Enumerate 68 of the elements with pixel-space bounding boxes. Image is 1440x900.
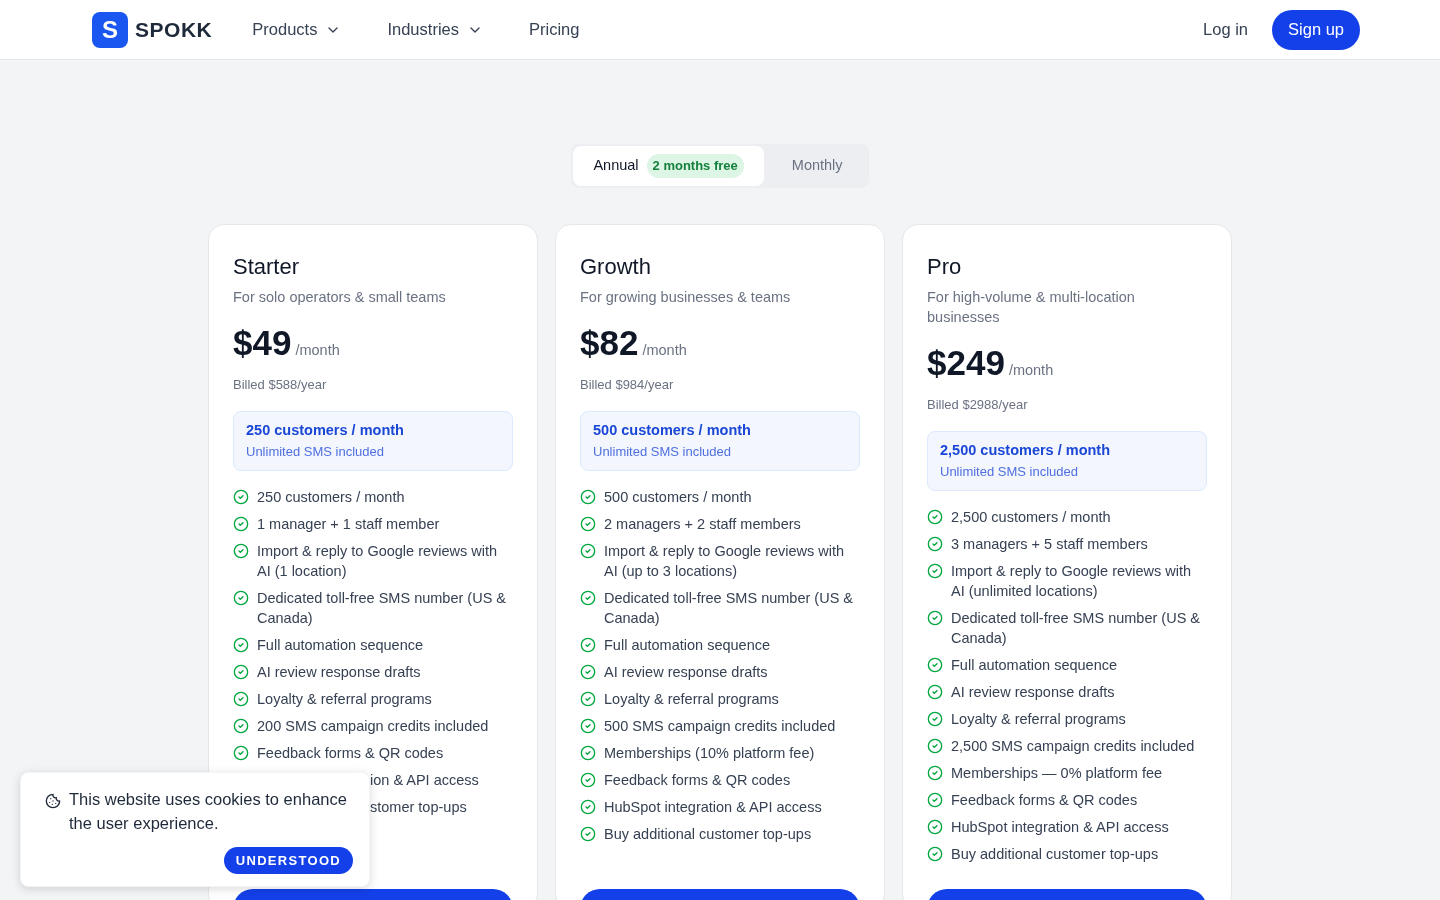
plan-price: $82 <box>580 323 639 363</box>
plan-subtitle: For solo operators & small teams <box>233 288 447 307</box>
signup-button[interactable]: Sign up <box>1272 9 1360 50</box>
plan-name: Growth <box>580 253 652 281</box>
feature-text: HubSpot integration & API access <box>604 797 822 817</box>
understood-button[interactable]: UNDERSTOOD <box>223 847 353 874</box>
feature-text: stomer top-ups <box>370 797 467 817</box>
feature-text: Import & reply to Google reviews with AI (1 location) <box>257 541 499 581</box>
nav-link[interactable]: Products <box>252 17 342 42</box>
plan-subtitle: For high-volume & multi-location businesses <box>927 288 1136 327</box>
plan-price: $49 <box>233 323 292 363</box>
login-link[interactable]: Log in <box>1203 17 1249 42</box>
feature-text: Full automation sequence <box>951 655 1118 675</box>
feature-text: Memberships (10% platform fee) <box>604 743 815 763</box>
discount-badge: 2 months free <box>646 154 744 178</box>
feature-text: 1 manager + 1 staff member <box>257 514 440 534</box>
billing-note: Billed $2988/year <box>927 396 1029 414</box>
feature-text: Loyalty & referral programs <box>257 689 432 709</box>
quota-note: Unlimited SMS included <box>246 442 385 461</box>
feature-text: Dedicated toll-free SMS number (US & Canada) <box>951 608 1201 648</box>
feature-text: Feedback forms & QR codes <box>604 770 791 790</box>
feature-text: Dedicated toll-free SMS number (US & Canada) <box>257 588 507 628</box>
quota-title: 2,500 customers / month <box>940 440 1112 460</box>
brand-name[interactable]: SPOKK <box>135 13 213 46</box>
feature-text: Full automation sequence <box>257 635 424 655</box>
price-period: /month <box>295 341 340 360</box>
feature-text: 250 customers / month <box>257 487 405 507</box>
feature-text: AI review response drafts <box>604 662 768 682</box>
feature-text: Import & reply to Google reviews with AI (unlimited locations) <box>951 561 1193 601</box>
quota-note: Unlimited SMS included <box>940 462 1079 481</box>
feature-text: 500 SMS campaign credits included <box>604 716 836 736</box>
feature-text: 2 managers + 2 staff members <box>604 514 801 534</box>
billing-note: Billed $984/year <box>580 376 675 394</box>
feature-text: Buy additional customer top-ups <box>604 824 812 844</box>
feature-text: Feedback forms & QR codes <box>257 743 444 763</box>
billing-tab[interactable]: Monthly <box>767 146 867 186</box>
nav-link[interactable]: Pricing <box>529 17 580 42</box>
feature-text: AI review response drafts <box>257 662 421 682</box>
feature-text: AI review response drafts <box>951 682 1115 702</box>
billing-tab[interactable]: Annual 2 months free <box>573 146 764 186</box>
feature-text: HubSpot integration & API access <box>951 817 1169 837</box>
feature-text: 2,500 customers / month <box>951 507 1111 527</box>
price-period: /month <box>642 341 687 360</box>
feature-text: 2,500 SMS campaign credits included <box>951 736 1195 756</box>
feature-text: Feedback forms & QR codes <box>951 790 1138 810</box>
feature-text: Memberships — 0% platform fee <box>951 763 1163 783</box>
feature-text: 500 customers / month <box>604 487 752 507</box>
feature-text: 200 SMS campaign credits included <box>257 716 489 736</box>
plan-name: Starter <box>233 253 301 281</box>
quota-title: 500 customers / month <box>593 420 752 440</box>
plan-name: Pro <box>927 253 963 281</box>
cookie-message: This website uses cookies to enhance the user experience. <box>69 789 348 834</box>
feature-text: Buy additional customer top-ups <box>951 844 1159 864</box>
feature-text: ion & API access <box>370 770 479 790</box>
billing-note: Billed $588/year <box>233 376 328 394</box>
feature-text: Dedicated toll-free SMS number (US & Canada) <box>604 588 854 628</box>
feature-text: Loyalty & referral programs <box>604 689 779 709</box>
feature-text: Import & reply to Google reviews with AI (up to 3 locations) <box>604 541 846 581</box>
feature-text: Full automation sequence <box>604 635 771 655</box>
feature-text: Loyalty & referral programs <box>951 709 1126 729</box>
plan-price: $249 <box>927 343 1005 383</box>
logo-icon[interactable]: S <box>92 11 128 48</box>
feature-text: 3 managers + 5 staff members <box>951 534 1148 554</box>
price-period: /month <box>1008 361 1054 380</box>
plan-subtitle: For growing businesses & teams <box>580 288 792 307</box>
quota-note: Unlimited SMS included <box>593 442 732 461</box>
quota-title: 250 customers / month <box>246 420 405 440</box>
nav-link[interactable]: Industries <box>387 17 483 42</box>
